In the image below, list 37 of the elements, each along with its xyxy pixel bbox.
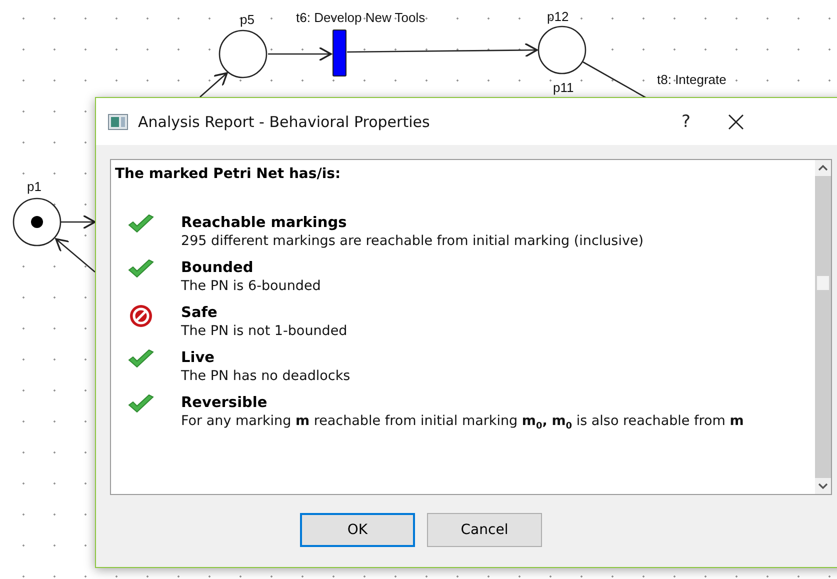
property-detail: The PN is not 1-bounded bbox=[181, 322, 348, 340]
arc-arrow bbox=[268, 46, 332, 62]
help-button[interactable]: ? bbox=[666, 106, 706, 136]
property-detail: The PN has no deadlocks bbox=[181, 367, 352, 385]
place-label: p12 bbox=[547, 9, 569, 24]
property-name: Reversible bbox=[181, 394, 268, 412]
property-detail: The PN is 6-bounded bbox=[181, 277, 322, 295]
place-label: p11 bbox=[553, 80, 574, 95]
close-icon bbox=[728, 114, 744, 130]
scrollbar[interactable] bbox=[815, 160, 831, 494]
scroll-up-icon[interactable] bbox=[815, 160, 831, 176]
checkmark-icon bbox=[128, 259, 154, 279]
arc-arrow bbox=[55, 238, 96, 272]
checkmark-icon bbox=[128, 214, 154, 234]
transition-bar bbox=[332, 30, 346, 76]
checkmark-icon bbox=[128, 349, 154, 369]
property-name: Live bbox=[181, 349, 216, 367]
transition-label: t8: Integrate bbox=[657, 72, 726, 87]
property-name: Bounded bbox=[181, 259, 254, 277]
report-heading: The marked Petri Net has/is: bbox=[115, 166, 342, 182]
scroll-thumb[interactable] bbox=[817, 276, 829, 290]
property-name: Reachable markings bbox=[181, 214, 348, 232]
checkmark-icon bbox=[128, 394, 154, 414]
arc-arrow bbox=[61, 214, 96, 230]
place-label: p5 bbox=[240, 12, 254, 27]
transition-label: t6: Develop New Tools bbox=[296, 10, 426, 25]
dialog-button[interactable]: Cancel bbox=[427, 513, 542, 547]
property-detail: For any marking m reachable from initial marking m$_{0}$, m$_{0}$ is also reachable from m bbox=[181, 412, 745, 434]
app-icon bbox=[108, 114, 128, 130]
property-detail: 295 different markings are reachable from initial marking (inclusive) bbox=[181, 232, 645, 250]
arc-arrow bbox=[200, 72, 228, 98]
property-name: Safe bbox=[181, 304, 218, 322]
place-label: p1 bbox=[27, 179, 42, 194]
window-title: Analysis Report - Behavioral Properties bbox=[138, 112, 431, 130]
prohibited-icon bbox=[129, 304, 153, 328]
scroll-down-icon[interactable] bbox=[815, 478, 831, 494]
dialog-button[interactable]: OK bbox=[300, 513, 415, 547]
